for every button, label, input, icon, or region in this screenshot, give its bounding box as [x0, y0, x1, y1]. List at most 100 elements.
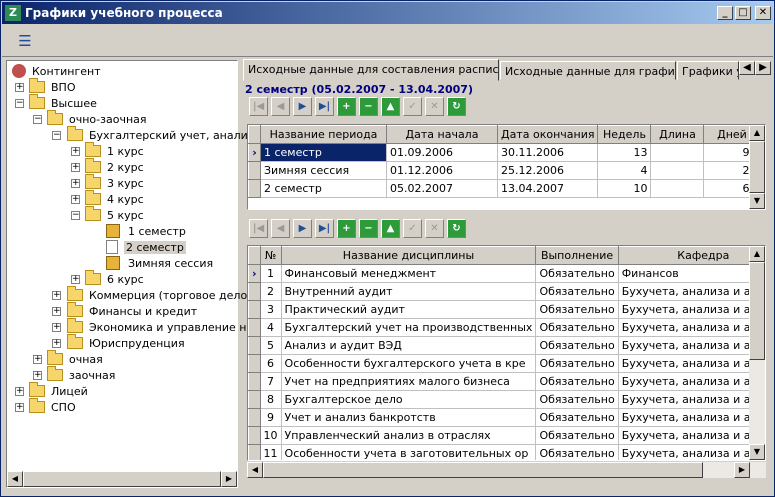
scroll-thumb[interactable] — [23, 471, 221, 487]
cell[interactable]: Особенности учета в заготовительных ор — [280, 444, 537, 460]
post-record-icon[interactable]: ✓ — [403, 219, 422, 238]
column-header[interactable]: Выполнение — [535, 246, 619, 265]
cell[interactable]: 7 — [259, 372, 282, 391]
periods-grid[interactable]: Название периода Дата начала Дата оконча… — [247, 124, 766, 210]
table-row[interactable]: 2 семестр 05.02.2007 13.04.2007 10 68 — [248, 179, 761, 198]
scroll-left-icon[interactable]: ◀ — [247, 462, 263, 478]
cell[interactable]: Анализ и аудит ВЭД — [280, 336, 537, 355]
cell[interactable]: 1 семестр — [260, 143, 387, 162]
prior-record-icon[interactable]: ◀ — [271, 219, 290, 238]
cell[interactable]: 5 — [259, 336, 282, 355]
tree-item[interactable]: Высшее — [29, 94, 99, 111]
scroll-thumb[interactable] — [263, 462, 703, 478]
delete-record-icon[interactable]: − — [359, 219, 378, 238]
cell[interactable]: Обязательно — [535, 444, 619, 460]
cell[interactable]: Бухучета, анализа и аудита — [617, 444, 765, 460]
table-row[interactable]: 5 Анализ и аудит ВЭД Обязательно Бухучета, … — [248, 336, 765, 355]
cell[interactable]: 2 семестр — [260, 179, 387, 198]
tree-item[interactable]: Зимняя сессия — [106, 255, 215, 271]
scroll-right-icon[interactable]: ▶ — [221, 471, 237, 487]
cell[interactable]: Обязательно — [535, 264, 619, 283]
tree-item[interactable]: очная — [47, 350, 105, 367]
cell[interactable]: Бухучета, анализа и аудита — [617, 336, 765, 355]
tree-view-icon[interactable]: ☰ — [16, 33, 34, 51]
tree-item[interactable]: 2 курс — [85, 158, 146, 175]
cell[interactable]: Обязательно — [535, 426, 619, 445]
post-record-icon[interactable]: ✓ — [403, 97, 422, 116]
cell[interactable]: 8 — [259, 390, 282, 409]
cell[interactable]: Учет на предприятиях малого бизнеса — [280, 372, 537, 391]
tree-item[interactable]: очно-заочная — [47, 110, 149, 127]
table-row[interactable]: › 1 семестр 01.09.2006 30.11.2006 13 91 — [248, 143, 761, 162]
collapse-icon[interactable]: − — [15, 99, 24, 108]
cell[interactable]: Обязательно — [535, 300, 619, 319]
next-record-icon[interactable]: ▶ — [293, 219, 312, 238]
cell[interactable]: 4 — [597, 161, 652, 180]
cell[interactable]: Бухучета, анализа и аудита — [617, 300, 765, 319]
column-header[interactable]: Название периода — [260, 125, 387, 144]
refresh-icon[interactable]: ↻ — [447, 219, 466, 238]
table-row[interactable]: 9 Учет и анализ банкротств Обязательно Буху… — [248, 408, 765, 427]
last-record-icon[interactable]: ▶| — [315, 97, 334, 116]
cell[interactable]: 13 — [597, 143, 652, 162]
cell[interactable]: Зимняя сессия — [260, 161, 387, 180]
cell[interactable]: Управленческий анализ в отраслях — [280, 426, 537, 445]
edit-record-icon[interactable]: ▲ — [381, 219, 400, 238]
column-header[interactable]: Дата окончания — [496, 125, 599, 144]
cell[interactable]: Обязательно — [535, 408, 619, 427]
cell[interactable]: Финансовый менеджмент — [280, 264, 537, 283]
cell[interactable]: Бухучета, анализа и аудита — [617, 354, 765, 373]
add-record-icon[interactable]: + — [337, 219, 356, 238]
table-row[interactable]: 8 Бухгалтерское дело Обязательно Бухучета, … — [248, 390, 765, 409]
tree-item[interactable]: 1 курс — [85, 142, 146, 159]
scroll-thumb[interactable] — [749, 141, 765, 193]
prior-record-icon[interactable]: ◀ — [271, 97, 290, 116]
cell[interactable]: 01.12.2006 — [386, 161, 498, 180]
cell[interactable]: Обязательно — [535, 318, 619, 337]
tree-item[interactable]: 3 курс — [85, 174, 146, 191]
expand-icon[interactable]: + — [52, 291, 61, 300]
cell[interactable]: 1 — [259, 264, 282, 283]
expand-icon[interactable]: + — [71, 195, 80, 204]
cell[interactable]: 9 — [259, 408, 282, 427]
table-row[interactable]: › 1 Финансовый менеджмент Обязательно Финанс… — [248, 264, 765, 283]
cell[interactable]: 25.12.2006 — [496, 161, 599, 180]
tree-item[interactable]: 1 семестр — [106, 223, 188, 239]
scroll-down-icon[interactable]: ▼ — [749, 193, 765, 209]
cell[interactable]: 01.09.2006 — [386, 143, 498, 162]
cell[interactable]: Особенности бухгалтерского учета в кре — [280, 354, 537, 373]
tree-item[interactable]: Экономика и управление на п — [67, 318, 266, 335]
cell[interactable]: 13.04.2007 — [496, 179, 599, 198]
column-header[interactable]: Длина — [650, 125, 705, 144]
tree-item-contingent[interactable]: Контингент — [12, 63, 103, 79]
add-record-icon[interactable]: + — [337, 97, 356, 116]
expand-icon[interactable]: + — [33, 371, 42, 380]
tab-schedule-data[interactable]: Исходные данные для составления расписан… — [243, 59, 499, 81]
table-row[interactable]: 7 Учет на предприятиях малого бизнеса Обяз… — [248, 372, 765, 391]
tab-scroll-right-icon[interactable]: ▶ — [755, 61, 771, 75]
title-bar[interactable]: Z Графики учебного процесса _ □ ✕ — [2, 2, 773, 24]
cell[interactable]: Обязательно — [535, 372, 619, 391]
delete-record-icon[interactable]: − — [359, 97, 378, 116]
expand-icon[interactable]: + — [15, 387, 24, 396]
scroll-down-icon[interactable]: ▼ — [749, 444, 765, 460]
expand-icon[interactable]: + — [15, 83, 24, 92]
maximize-button[interactable]: □ — [735, 6, 751, 20]
tree-item[interactable]: Коммерция (торговое дело) — [67, 286, 253, 303]
collapse-icon[interactable]: − — [71, 211, 80, 220]
collapse-icon[interactable]: − — [52, 131, 61, 140]
cell[interactable]: 11 — [259, 444, 282, 460]
table-row[interactable]: 2 Внутренний аудит Обязательно Бухучета, ан… — [248, 282, 765, 301]
tree-item[interactable]: Финансы и кредит — [67, 302, 199, 319]
scroll-thumb[interactable] — [749, 262, 765, 360]
table-row[interactable]: Зимняя сессия 01.12.2006 25.12.2006 4 25 — [248, 161, 761, 180]
first-record-icon[interactable]: |◀ — [249, 97, 268, 116]
cell[interactable]: Бухучета, анализа и аудита — [617, 390, 765, 409]
expand-icon[interactable]: + — [52, 339, 61, 348]
column-header[interactable]: Название дисциплины — [280, 246, 537, 265]
scroll-up-icon[interactable]: ▲ — [749, 246, 765, 262]
scroll-up-icon[interactable]: ▲ — [749, 125, 765, 141]
table-row[interactable]: 10 Управленческий анализ в отраслях Обязат… — [248, 426, 765, 445]
expand-icon[interactable]: + — [52, 323, 61, 332]
cancel-record-icon[interactable]: ✕ — [425, 219, 444, 238]
